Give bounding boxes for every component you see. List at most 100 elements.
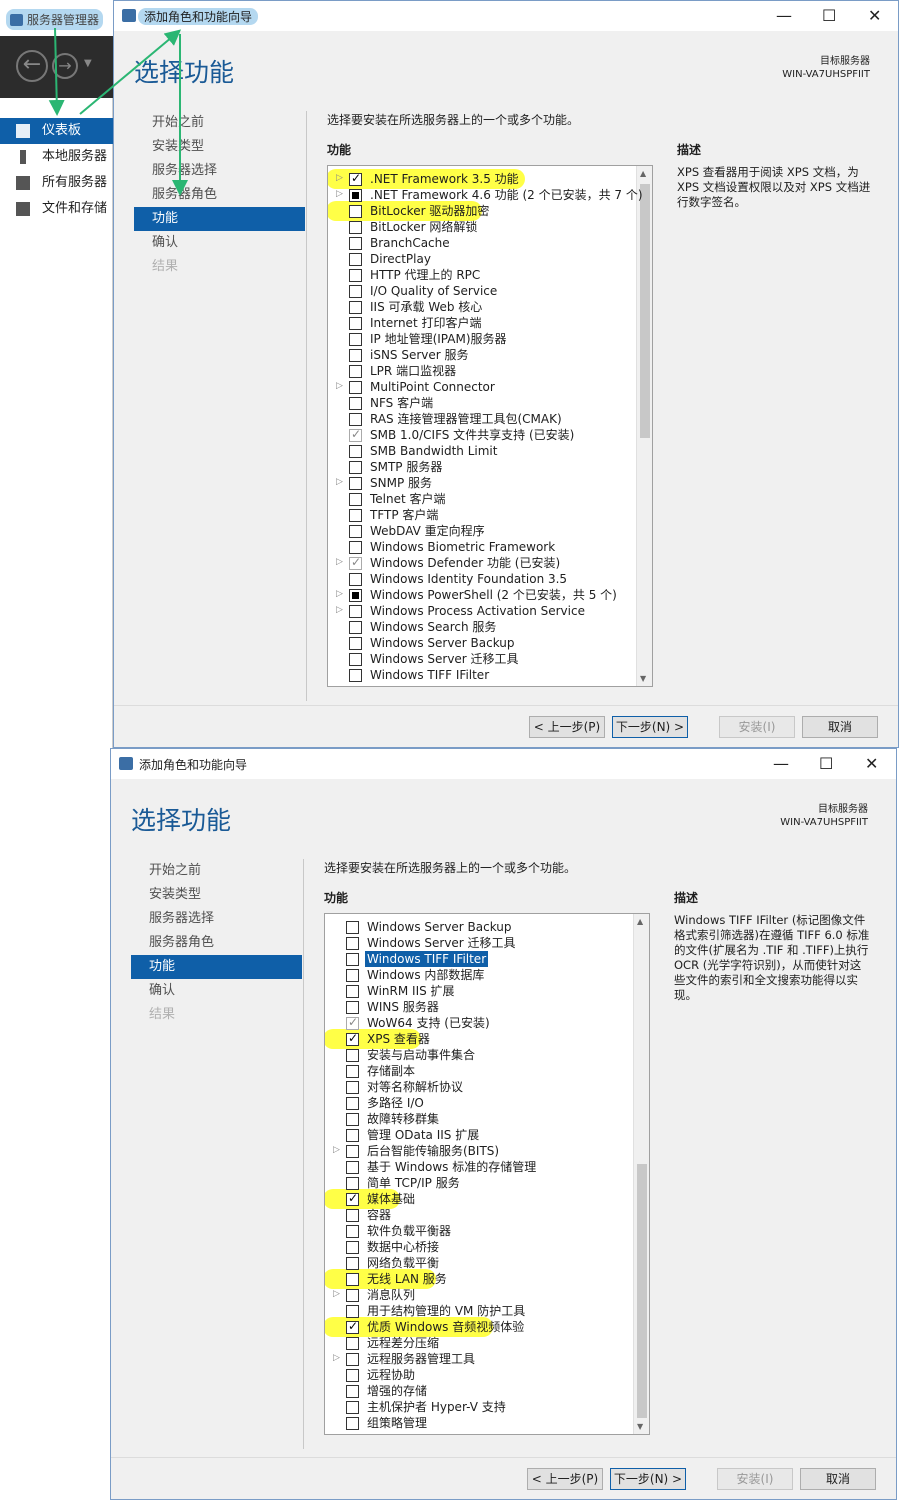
feature-checkbox[interactable] <box>346 985 359 998</box>
feature-checkbox[interactable] <box>349 669 362 682</box>
feature-checkbox[interactable] <box>349 301 362 314</box>
feature-label: WoW64 支持 (已安装) <box>367 1016 490 1030</box>
feature-checkbox[interactable] <box>349 653 362 666</box>
feature-checkbox[interactable] <box>349 317 362 330</box>
cancel-button[interactable]: 取消 <box>800 1468 876 1490</box>
feature-checkbox[interactable] <box>349 509 362 522</box>
arrow-to-wizard <box>79 29 182 115</box>
feature-checkbox[interactable] <box>346 1225 359 1238</box>
expand-icon[interactable]: ▷ <box>333 1353 340 1363</box>
feature-checkbox[interactable] <box>346 1289 359 1302</box>
feature-checkbox[interactable] <box>349 621 362 634</box>
expand-icon[interactable]: ▷ <box>336 557 343 567</box>
feature-checkbox[interactable] <box>349 381 362 394</box>
feature-checkbox[interactable] <box>346 1161 359 1174</box>
feature-checkbox[interactable] <box>346 1241 359 1254</box>
step-features[interactable]: 功能 <box>131 955 302 979</box>
feature-label: WinRM IIS 扩展 <box>367 984 455 998</box>
feature-checkbox[interactable] <box>346 1065 359 1078</box>
step-installation-type[interactable]: 安装类型 <box>131 883 302 907</box>
feature-checkbox[interactable] <box>346 1001 359 1014</box>
feature-checkbox[interactable] <box>346 1369 359 1382</box>
feature-checkbox[interactable] <box>349 605 362 618</box>
step-confirmation[interactable]: 确认 <box>131 979 302 1003</box>
feature-checkbox[interactable] <box>349 589 362 602</box>
feature-checkbox[interactable] <box>349 365 362 378</box>
scroll-down-icon[interactable]: ▼ <box>637 1422 643 1431</box>
previous-button[interactable]: < 上一步(P) <box>529 716 605 738</box>
feature-label: 主机保护者 Hyper-V 支持 <box>367 1400 506 1414</box>
feature-checkbox[interactable] <box>346 1177 359 1190</box>
feature-label: 管理 OData IIS 扩展 <box>367 1128 480 1142</box>
expand-icon[interactable]: ▷ <box>333 1145 340 1155</box>
feature-checkbox[interactable] <box>349 269 362 282</box>
install-button: 安装(I) <box>719 716 795 738</box>
feature-label: 对等名称解析协议 <box>367 1080 464 1094</box>
feature-checkbox[interactable] <box>346 1081 359 1094</box>
feature-label: Windows PowerShell (2 个已安装，共 5 个) <box>370 588 617 602</box>
feature-checkbox[interactable] <box>346 1145 359 1158</box>
features-scrollbar[interactable]: ▲ ▼ <box>633 914 649 1434</box>
feature-label: 优质 Windows 音频视频体验 <box>367 1320 525 1334</box>
feature-checkbox[interactable] <box>349 397 362 410</box>
feature-checkbox[interactable] <box>346 1273 359 1286</box>
feature-label: Windows Server 迁移工具 <box>370 652 519 666</box>
feature-checkbox[interactable] <box>346 921 359 934</box>
feature-checkbox[interactable] <box>349 333 362 346</box>
feature-checkbox[interactable] <box>346 1337 359 1350</box>
expand-icon[interactable]: ▷ <box>336 381 343 391</box>
feature-checkbox[interactable] <box>346 1401 359 1414</box>
step-server-selection[interactable]: 服务器选择 <box>131 907 302 931</box>
feature-checkbox[interactable] <box>349 461 362 474</box>
feature-checkbox[interactable] <box>346 953 359 966</box>
expand-icon[interactable]: ▷ <box>336 605 343 615</box>
scroll-down-icon[interactable]: ▼ <box>640 674 646 683</box>
feature-checkbox[interactable] <box>346 1353 359 1366</box>
scroll-up-icon[interactable]: ▲ <box>637 917 643 926</box>
feature-checkbox[interactable] <box>346 1385 359 1398</box>
feature-checkbox[interactable] <box>346 1049 359 1062</box>
feature-checkbox[interactable] <box>346 1097 359 1110</box>
feature-checkbox[interactable] <box>346 1209 359 1222</box>
step-server-roles[interactable]: 服务器角色 <box>131 931 302 955</box>
feature-checkbox[interactable] <box>346 1031 359 1046</box>
expand-icon[interactable]: ▷ <box>336 589 343 599</box>
feature-checkbox[interactable] <box>349 637 362 650</box>
feature-label: 无线 LAN 服务 <box>367 1272 447 1286</box>
feature-checkbox[interactable] <box>349 573 362 586</box>
feature-checkbox[interactable] <box>346 1257 359 1270</box>
feature-checkbox[interactable] <box>349 413 362 426</box>
minimize-button[interactable]: — <box>773 754 789 773</box>
feature-checkbox[interactable] <box>346 969 359 982</box>
feature-checkbox[interactable] <box>349 445 362 458</box>
expand-icon[interactable]: ▷ <box>333 1289 340 1299</box>
step-before-you-begin[interactable]: 开始之前 <box>131 859 302 883</box>
close-button[interactable]: ✕ <box>865 754 878 773</box>
feature-checkbox[interactable] <box>349 285 362 298</box>
feature-checkbox[interactable] <box>346 937 359 950</box>
feature-checkbox[interactable] <box>346 1191 359 1206</box>
feature-label: 组策略管理 <box>367 1416 428 1430</box>
install-button: 安装(I) <box>717 1468 793 1490</box>
feature-checkbox[interactable] <box>349 541 362 554</box>
feature-checkbox[interactable] <box>346 1129 359 1142</box>
features-list[interactable]: ▲ ▼ Windows Server Backup Windows Server … <box>324 913 650 1435</box>
feature-checkbox[interactable] <box>346 1305 359 1318</box>
feature-checkbox[interactable] <box>346 1417 359 1430</box>
feature-checkbox[interactable] <box>349 493 362 506</box>
instruction-text: 选择要安装在所选服务器上的一个或多个功能。 <box>324 861 577 875</box>
scroll-thumb[interactable] <box>637 1164 647 1418</box>
next-button[interactable]: 下一步(N) > <box>612 716 688 738</box>
previous-button[interactable]: < 上一步(P) <box>527 1468 603 1490</box>
feature-checkbox[interactable] <box>349 349 362 362</box>
feature-label: 存储副本 <box>367 1064 416 1078</box>
feature-checkbox[interactable] <box>346 1113 359 1126</box>
maximize-button[interactable]: ☐ <box>819 754 833 773</box>
feature-checkbox[interactable] <box>346 1319 359 1334</box>
feature-label: 安装与启动事件集合 <box>367 1048 476 1062</box>
feature-checkbox[interactable] <box>349 525 362 538</box>
next-button[interactable]: 下一步(N) > <box>610 1468 686 1490</box>
expand-icon[interactable]: ▷ <box>336 477 343 487</box>
cancel-button[interactable]: 取消 <box>802 716 878 738</box>
feature-checkbox[interactable] <box>349 477 362 490</box>
